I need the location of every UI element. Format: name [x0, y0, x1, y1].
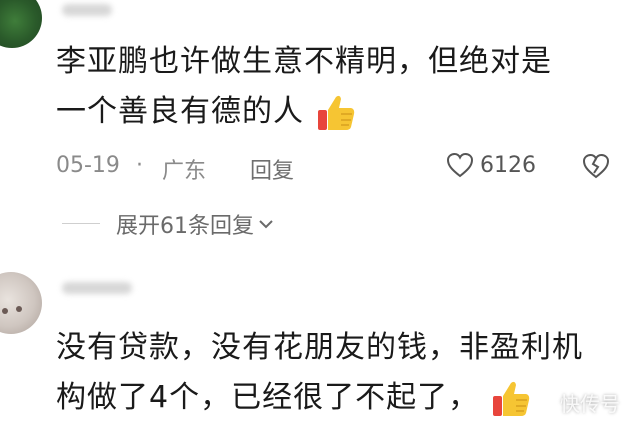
- thumbs-up-emoji: [492, 381, 529, 416]
- comment-line-1: 李亚鹏也许做生意不精明，但绝对是: [56, 44, 552, 79]
- comment-location: 广东: [162, 159, 207, 184]
- user-avatar[interactable]: [0, 272, 42, 334]
- chevron-down-icon: [259, 220, 273, 229]
- like-button[interactable]: 6126: [446, 152, 536, 178]
- like-count: 6126: [480, 152, 536, 178]
- comment-date: 05-19: [56, 153, 120, 178]
- heart-outline-icon: [446, 152, 474, 178]
- expand-divider: [62, 223, 100, 224]
- username-blurred: [62, 282, 132, 294]
- user-avatar[interactable]: [0, 0, 42, 48]
- expand-replies-label: 展开61条回复: [116, 214, 254, 239]
- comment-text: 李亚鹏也许做生意不精明，但绝对是: [56, 38, 552, 86]
- username-blurred: [62, 4, 112, 16]
- comment-text: 一个善良有德的人: [56, 88, 357, 136]
- comment-line-2: 一个善良有德的人: [56, 94, 304, 129]
- reply-button[interactable]: 回复: [250, 153, 294, 185]
- comment-list: 李亚鹏也许做生意不精明，但绝对是 一个善良有德的人 05-19 · 广东 回复 …: [0, 0, 640, 425]
- thumbs-up-emoji: [317, 95, 354, 130]
- watermark: 快传号: [560, 392, 620, 416]
- comment-line-2: 构做了4个，已经很了不起了，: [56, 380, 480, 415]
- expand-replies-button[interactable]: 展开61条回复: [116, 208, 274, 240]
- meta-separator: ·: [136, 153, 143, 178]
- broken-heart-icon[interactable]: [582, 153, 610, 179]
- comment-text: 没有贷款，没有花朋友的钱，非盈利机: [56, 324, 583, 372]
- comment-line-1: 没有贷款，没有花朋友的钱，非盈利机: [56, 330, 583, 365]
- comment-text: 构做了4个，已经很了不起了，: [56, 374, 532, 422]
